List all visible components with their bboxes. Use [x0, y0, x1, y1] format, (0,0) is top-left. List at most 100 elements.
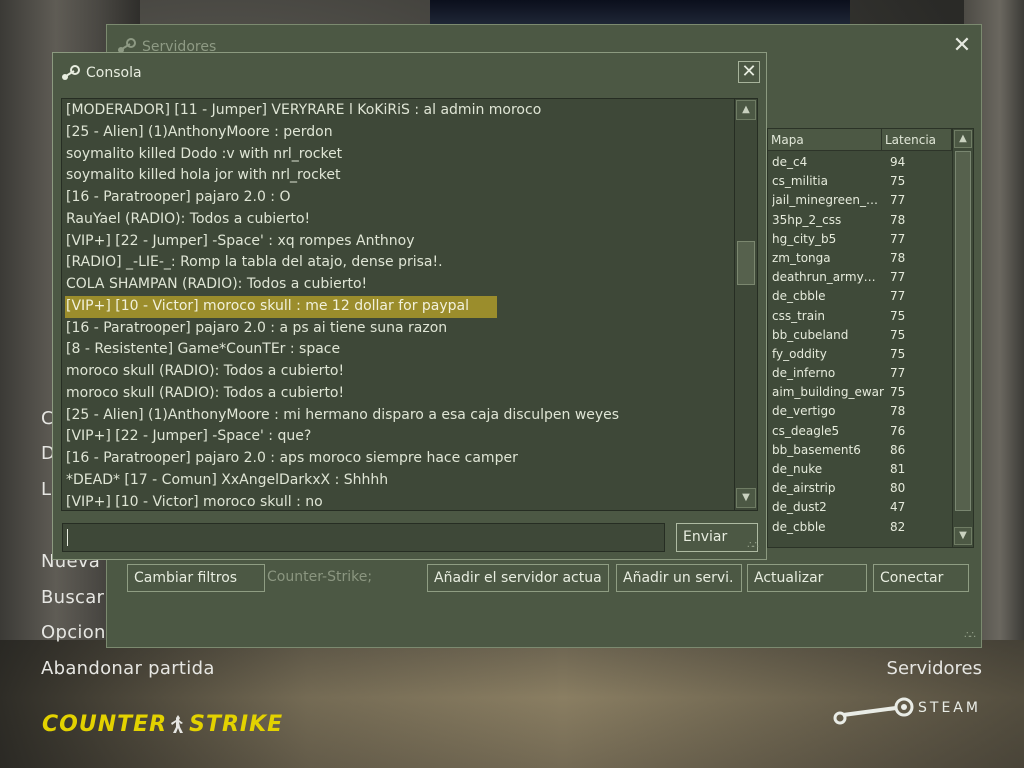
menu-item-partial-l[interactable]: L [41, 479, 51, 500]
server-map-cell: bb_cubeland [772, 327, 849, 342]
console-line[interactable]: [25 - Alien] (1)AnthonyMoore : mi herman… [65, 405, 735, 427]
server-row[interactable]: de_dust2 47 [772, 500, 952, 519]
change-filters-button[interactable]: Cambiar filtros [127, 564, 265, 592]
console-line[interactable]: [8 - Resistente] Game*CounTEr : space [65, 339, 735, 361]
server-row[interactable]: cs_deagle5 76 [772, 424, 952, 443]
server-row[interactable]: zm_tonga 78 [772, 251, 952, 270]
server-latency-cell: 78 [890, 212, 906, 227]
server-row[interactable]: de_nuke 81 [772, 462, 952, 481]
server-row[interactable]: hg_city_b5 77 [772, 232, 952, 251]
server-latency-cell: 81 [890, 462, 906, 476]
server-map-cell: css_train [772, 308, 826, 323]
resize-grip-icon[interactable]: ∴∴ [964, 630, 976, 641]
server-latency-cell: 77 [890, 366, 906, 381]
server-row[interactable]: deathrun_army… 77 [772, 270, 952, 289]
server-row[interactable]: fy_oddity 75 [772, 347, 952, 366]
servers-menu-label[interactable]: Servidores [887, 658, 982, 679]
console-line[interactable]: [VIP+] [22 - Jumper] -Space' : que? [65, 426, 735, 448]
server-latency-cell: 77 [890, 193, 906, 208]
console-log[interactable]: [MODERADOR] [11 - Jumper] VERYRARE l KoK… [61, 98, 758, 511]
refresh-button[interactable]: Actualizar [747, 564, 867, 592]
column-header-latency[interactable]: Latencia [882, 129, 952, 151]
console-line[interactable]: [16 - Paratrooper] pajaro 2.0 : O [65, 187, 735, 209]
server-row[interactable]: de_inferno 77 [772, 366, 952, 385]
logo-text-left: COUNTER [42, 712, 168, 737]
console-line[interactable]: [RADIO] _-LIE-_: Romp la tabla del atajo… [65, 252, 735, 274]
server-latency-cell: 86 [890, 442, 906, 457]
background-sky [430, 0, 850, 26]
connect-button[interactable]: Conectar [873, 564, 969, 592]
server-map-cell: fy_oddity [772, 346, 827, 361]
console-line-selected[interactable]: [VIP+] [10 - Victor] moroco skull : me 1… [65, 295, 497, 318]
console-line[interactable]: [25 - Alien] (1)AnthonyMoore : perdon [65, 122, 735, 144]
logo-text-right: STRIKE [189, 712, 284, 737]
server-row[interactable]: bb_cubeland 75 [772, 328, 952, 347]
servers-toolbar: Cambiar filtros Counter-Strike; Añadir e… [117, 558, 973, 604]
text-caret [67, 529, 68, 546]
scrollbar-thumb[interactable] [737, 241, 755, 285]
console-line[interactable]: moroco skull (RADIO): Todos a cubierto! [65, 361, 735, 383]
server-row[interactable]: jail_minegreen_… 77 [772, 193, 952, 212]
console-window-title: Consola [86, 65, 142, 81]
server-map-cell: aim_building_ewar [772, 385, 884, 400]
server-row[interactable]: cs_militia 75 [772, 174, 952, 193]
server-latency-cell: 94 [890, 155, 906, 169]
column-header-map[interactable]: Mapa [768, 129, 882, 151]
server-map-cell: de_vertigo [772, 404, 836, 419]
menu-item-find-servers[interactable]: Buscar [41, 587, 104, 608]
server-row[interactable]: de_vertigo 78 [772, 404, 952, 423]
scroll-up-icon[interactable]: ▲ [736, 100, 756, 120]
add-server-button[interactable]: Añadir un servi. [616, 564, 742, 592]
server-row[interactable]: aim_building_ewar 75 [772, 385, 952, 404]
server-row[interactable]: 35hp_2_css 78 [772, 213, 952, 232]
server-latency-cell: 82 [890, 519, 906, 534]
server-latency-cell: 77 [890, 289, 906, 304]
console-line[interactable]: RauYael (RADIO): Todos a cubierto! [65, 209, 735, 231]
server-list-scrollbar[interactable]: ▲ ▼ [952, 129, 973, 547]
server-row[interactable]: css_train 75 [772, 309, 952, 328]
console-line[interactable]: COLA SHAMPAN (RADIO): Todos a cubierto! [65, 274, 735, 296]
console-command-input[interactable] [62, 523, 665, 552]
console-line[interactable]: soymalito killed hola jor with nrl_rocke… [65, 165, 735, 187]
menu-item-leave-game[interactable]: Abandonar partida [41, 658, 215, 679]
console-line[interactable]: [MODERADOR] [11 - Jumper] VERYRARE l KoK… [65, 100, 735, 122]
console-scrollbar[interactable]: ▲ ▼ [734, 99, 757, 510]
console-line[interactable]: [16 - Paratrooper] pajaro 2.0 : a ps ai … [65, 318, 735, 340]
console-line[interactable]: [VIP+] [22 - Jumper] -Space' : xq rompes… [65, 231, 735, 253]
console-line[interactable]: *DEAD* [17 - Comun] XxAngelDarkxX : Shhh… [65, 470, 735, 492]
console-window: Consola ✕ [MODERADOR] [11 - Jumper] VERY… [52, 52, 767, 560]
menu-item-options[interactable]: Opcion [41, 622, 106, 643]
scroll-up-icon[interactable]: ▲ [954, 130, 972, 148]
soldier-silhouette-icon [171, 715, 184, 733]
steam-icon [62, 65, 80, 80]
counter-strike-logo: COUNTER STRIKE [42, 712, 283, 737]
add-current-server-button[interactable]: Añadir el servidor actua [427, 564, 609, 592]
console-line[interactable]: [VIP+] [10 - Victor] moroco skull : no [65, 492, 735, 511]
console-line[interactable]: [16 - Paratrooper] pajaro 2.0 : aps moro… [65, 448, 735, 470]
server-map-cell: de_nuke [772, 462, 823, 476]
server-latency-cell: 75 [890, 385, 906, 400]
server-row[interactable]: de_c4 94 [772, 155, 952, 174]
server-map-cell: de_airstrip [772, 481, 836, 496]
server-latency-cell: 47 [890, 500, 906, 515]
server-map-cell: de_dust2 [772, 500, 827, 515]
scroll-down-icon[interactable]: ▼ [954, 527, 972, 545]
server-map-cell: cs_deagle5 [772, 423, 840, 438]
console-line[interactable]: soymalito killed Dodo :v with nrl_rocket [65, 144, 735, 166]
scroll-down-icon[interactable]: ▼ [736, 488, 756, 508]
close-icon[interactable]: ✕ [738, 61, 760, 83]
console-line[interactable]: moroco skull (RADIO): Todos a cubierto! [65, 383, 735, 405]
scrollbar-thumb[interactable] [955, 151, 971, 511]
server-row[interactable]: de_cbble 82 [772, 520, 952, 539]
server-latency-cell: 75 [890, 308, 906, 323]
steam-wordmark: STEAM [918, 700, 981, 716]
server-row[interactable]: bb_basement6 86 [772, 443, 952, 462]
send-button[interactable]: Enviar [676, 523, 758, 552]
server-row[interactable]: de_airstrip 80 [772, 481, 952, 500]
resize-grip-icon[interactable]: ∴∴ [747, 540, 759, 551]
console-lines: [MODERADOR] [11 - Jumper] VERYRARE l KoK… [65, 100, 735, 511]
server-map-cell: de_cbble [772, 289, 826, 304]
server-row[interactable]: de_cbble 77 [772, 289, 952, 308]
close-icon[interactable]: ✕ [951, 35, 973, 57]
server-latency-cell: 75 [890, 346, 906, 361]
